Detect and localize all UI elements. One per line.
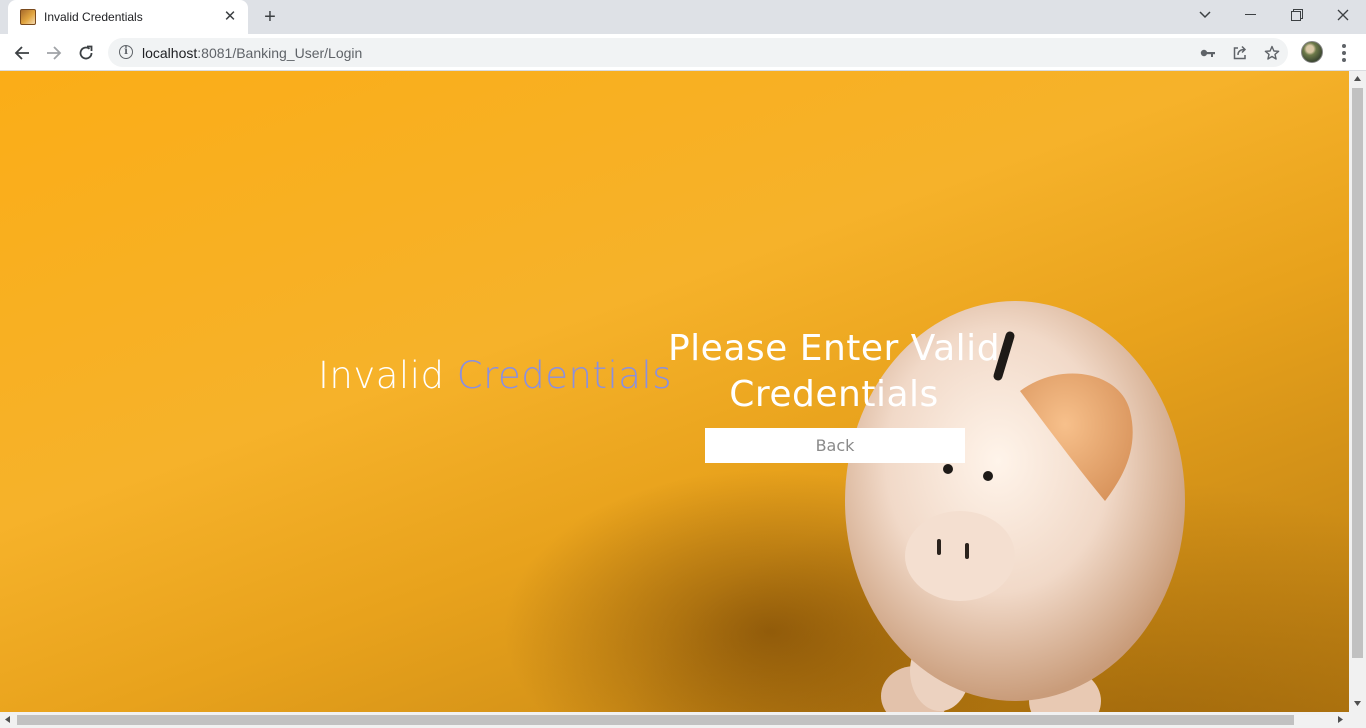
close-icon[interactable]	[1320, 0, 1366, 30]
tab-search-icon[interactable]	[1182, 0, 1228, 30]
share-icon[interactable]	[1229, 42, 1251, 64]
scroll-left-icon[interactable]	[5, 716, 10, 723]
horizontal-scrollbar[interactable]	[0, 712, 1366, 728]
new-tab-button[interactable]: +	[258, 6, 282, 28]
invalid-credentials-heading: Invalid Credentials	[318, 354, 672, 397]
menu-icon[interactable]	[1334, 39, 1354, 67]
vertical-scroll-thumb[interactable]	[1352, 88, 1363, 658]
favicon-icon	[20, 9, 36, 25]
error-message: Please Enter Valid Credentials	[667, 328, 1001, 415]
horizontal-scroll-thumb[interactable]	[17, 715, 1294, 725]
browser-toolbar: i localhost:8081/Banking_User/Login	[0, 34, 1366, 71]
scroll-up-icon[interactable]	[1354, 76, 1361, 81]
back-button[interactable]: Back	[705, 428, 965, 463]
minimize-icon[interactable]	[1228, 0, 1274, 30]
tab-title: Invalid Credentials	[44, 10, 143, 24]
key-icon[interactable]	[1197, 42, 1219, 64]
address-bar[interactable]: i localhost:8081/Banking_User/Login	[108, 38, 1288, 67]
avatar[interactable]	[1301, 41, 1323, 63]
vertical-scrollbar[interactable]	[1349, 71, 1366, 712]
reload-icon[interactable]	[72, 39, 100, 67]
restore-icon[interactable]	[1274, 0, 1320, 30]
star-icon[interactable]	[1261, 42, 1283, 64]
scroll-right-icon[interactable]	[1338, 716, 1343, 723]
back-arrow-icon[interactable]	[8, 39, 36, 67]
url-text[interactable]: localhost:8081/Banking_User/Login	[142, 45, 362, 61]
tab-strip: Invalid Credentials ✕ +	[0, 0, 1366, 34]
info-icon[interactable]: i	[119, 45, 133, 59]
browser-tab[interactable]: Invalid Credentials ✕	[8, 0, 248, 34]
scroll-down-icon[interactable]	[1354, 701, 1361, 706]
page-viewport: Invalid Credentials Please Enter Valid C…	[0, 71, 1349, 712]
tab-close-icon[interactable]: ✕	[222, 9, 238, 25]
forward-arrow-icon[interactable]	[40, 39, 68, 67]
